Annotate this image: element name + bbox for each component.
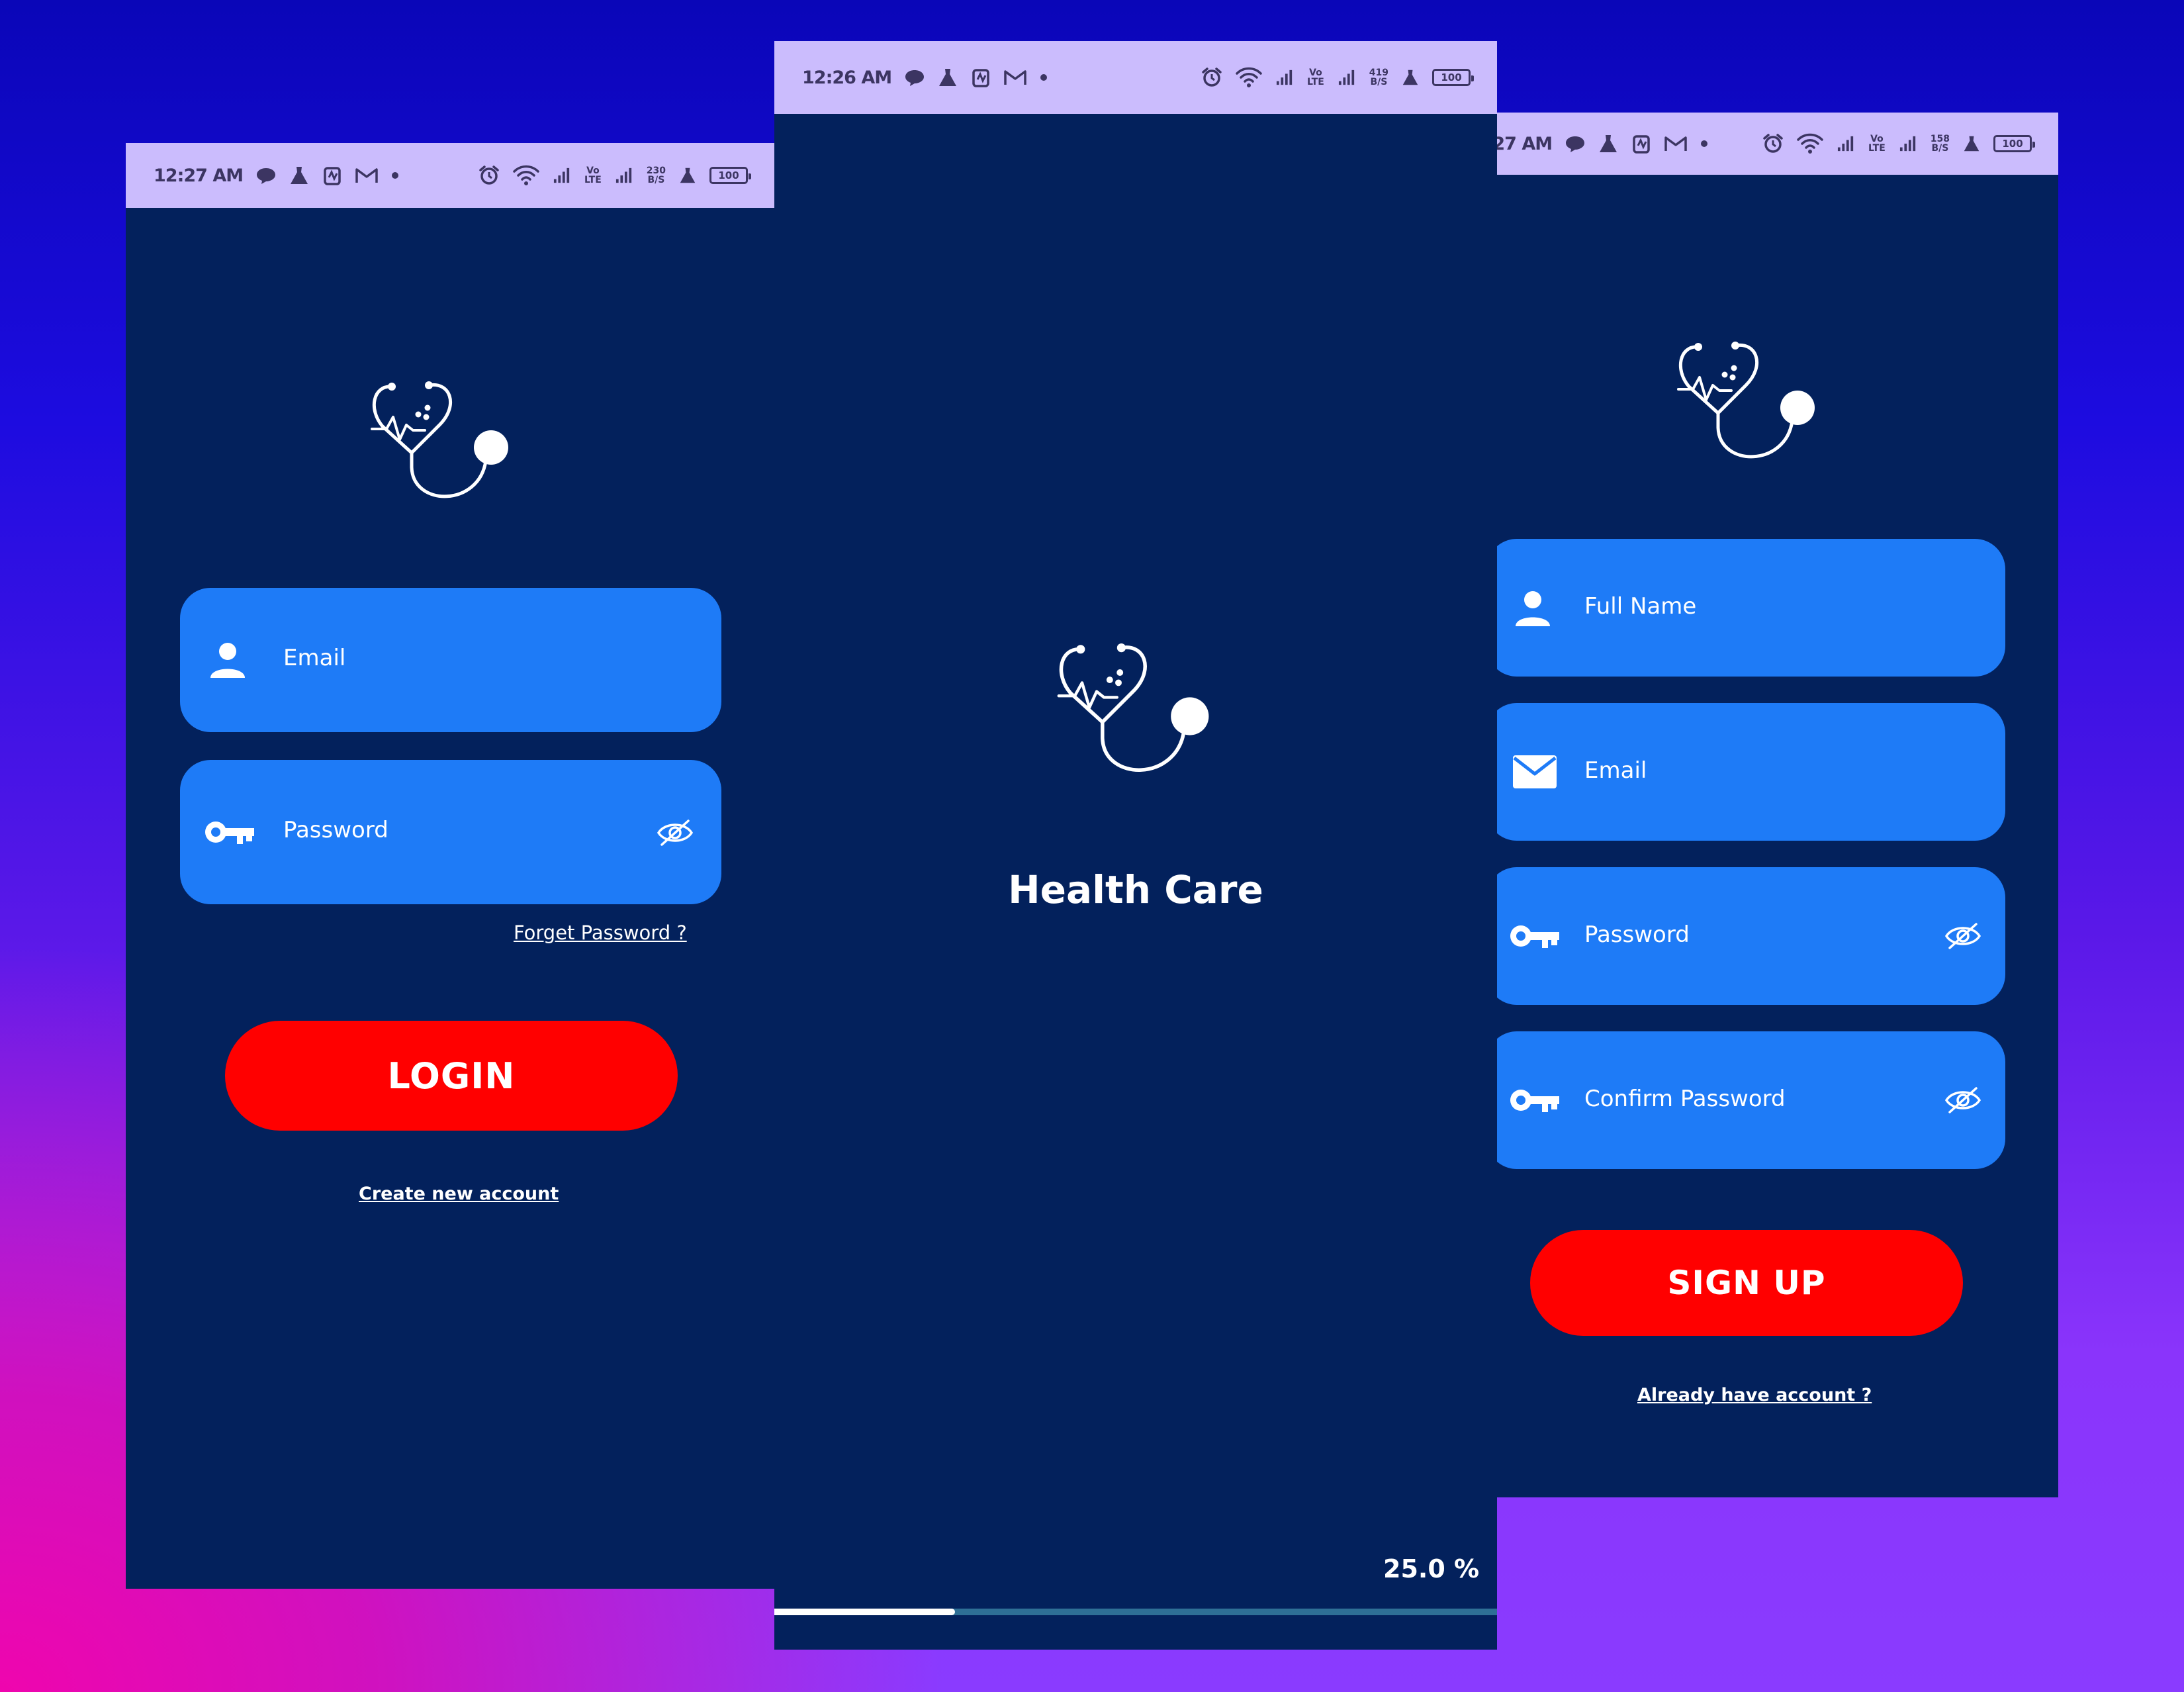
- battery-indicator: 100: [709, 167, 751, 184]
- flask-icon: [1963, 135, 1980, 152]
- status-bar: 12:27 AM Vo LTE 230 B/S 100: [126, 143, 774, 208]
- stethoscope-heart-icon: [1046, 629, 1220, 789]
- net-speed: 230 B/S: [646, 165, 666, 185]
- clipboard-icon: [322, 165, 342, 185]
- confirm-password-field-label: Confirm Password: [1584, 1086, 1786, 1112]
- wifi-icon: [1236, 67, 1262, 88]
- volte-indicator: Vo LTE: [584, 165, 602, 185]
- flask-icon: [938, 68, 958, 87]
- flask-icon: [679, 167, 696, 184]
- email-field-label: Email: [1584, 757, 1647, 784]
- battery-indicator: 100: [1993, 135, 2035, 152]
- gmail-icon: [1004, 69, 1026, 86]
- full-name-field[interactable]: Full Name: [1486, 539, 2005, 677]
- person-icon: [208, 639, 248, 679]
- eye-off-icon[interactable]: [655, 818, 695, 847]
- mail-icon: [1512, 754, 1558, 790]
- eye-off-icon[interactable]: [1943, 921, 1983, 951]
- stethoscope-heart-icon: [360, 368, 519, 514]
- progress-bar-fill: [774, 1609, 955, 1615]
- flask-icon: [289, 165, 309, 185]
- dot-icon: [1040, 73, 1048, 81]
- progress-bar: [774, 1609, 1497, 1615]
- clipboard-icon: [971, 68, 991, 87]
- alarm-icon: [478, 165, 500, 186]
- stethoscope-heart-icon: [1666, 328, 1825, 474]
- dot-icon: [391, 171, 399, 179]
- confirm-password-field[interactable]: Confirm Password: [1486, 1031, 2005, 1169]
- email-field-label: Email: [283, 645, 346, 671]
- gmail-icon: [1664, 135, 1687, 152]
- person-icon: [1513, 588, 1553, 628]
- already-have-account-link[interactable]: Already have account ?: [1637, 1385, 1872, 1405]
- volte-indicator: Vo LTE: [1307, 68, 1324, 87]
- key-icon: [1508, 921, 1561, 951]
- splash-screen: 12:26 AM Vo LTE 419 B/S 100 Health Care 25…: [774, 41, 1497, 1650]
- signal-icon: [1899, 135, 1917, 152]
- chat-icon: [256, 167, 276, 184]
- email-field[interactable]: Email: [180, 588, 721, 732]
- key-icon: [203, 818, 255, 847]
- gmail-icon: [355, 167, 378, 184]
- app-name: Health Care: [1008, 867, 1263, 912]
- dot-icon: [1700, 140, 1708, 148]
- net-speed: 158 B/S: [1930, 134, 1950, 154]
- signal-icon: [1338, 69, 1356, 86]
- volte-indicator: Vo LTE: [1868, 134, 1886, 154]
- signal-icon: [553, 167, 571, 184]
- progress-text: 25.0 %: [1383, 1554, 1480, 1583]
- signup-screen: 12:27 AM Vo LTE 158 B/S 100 Full Name Emai…: [1435, 113, 2058, 1497]
- flask-icon: [1598, 134, 1618, 154]
- flask-icon: [1402, 69, 1419, 86]
- signal-icon: [615, 167, 633, 184]
- status-bar: 12:27 AM Vo LTE 158 B/S 100: [1435, 113, 2058, 175]
- password-field[interactable]: Password: [180, 760, 721, 904]
- status-time: 12:26 AM: [802, 67, 892, 88]
- battery-indicator: 100: [1432, 69, 1474, 86]
- net-speed: 419 B/S: [1369, 68, 1388, 87]
- login-button[interactable]: LOGIN: [225, 1021, 678, 1131]
- eye-off-icon[interactable]: [1943, 1086, 1983, 1115]
- create-account-link[interactable]: Create new account: [359, 1184, 559, 1204]
- login-screen: 12:27 AM Vo LTE 230 B/S 100 Email Password…: [126, 143, 774, 1589]
- alarm-icon: [1201, 67, 1222, 88]
- password-field-label: Password: [1584, 921, 1690, 948]
- signal-icon: [1275, 69, 1294, 86]
- alarm-icon: [1762, 133, 1784, 154]
- clipboard-icon: [1631, 134, 1651, 154]
- signal-icon: [1837, 135, 1855, 152]
- wifi-icon: [513, 165, 539, 186]
- full-name-field-label: Full Name: [1584, 593, 1697, 620]
- email-field[interactable]: Email: [1486, 703, 2005, 841]
- password-field[interactable]: Password: [1486, 867, 2005, 1005]
- status-time: 12:27 AM: [154, 165, 244, 186]
- password-field-label: Password: [283, 817, 388, 843]
- wifi-icon: [1797, 133, 1823, 154]
- chat-icon: [905, 69, 925, 86]
- signup-button[interactable]: SIGN UP: [1530, 1230, 1963, 1336]
- chat-icon: [1565, 135, 1585, 152]
- key-icon: [1508, 1086, 1561, 1115]
- forgot-password-link[interactable]: Forget Password ?: [514, 921, 687, 944]
- status-bar: 12:26 AM Vo LTE 419 B/S 100: [774, 41, 1497, 114]
